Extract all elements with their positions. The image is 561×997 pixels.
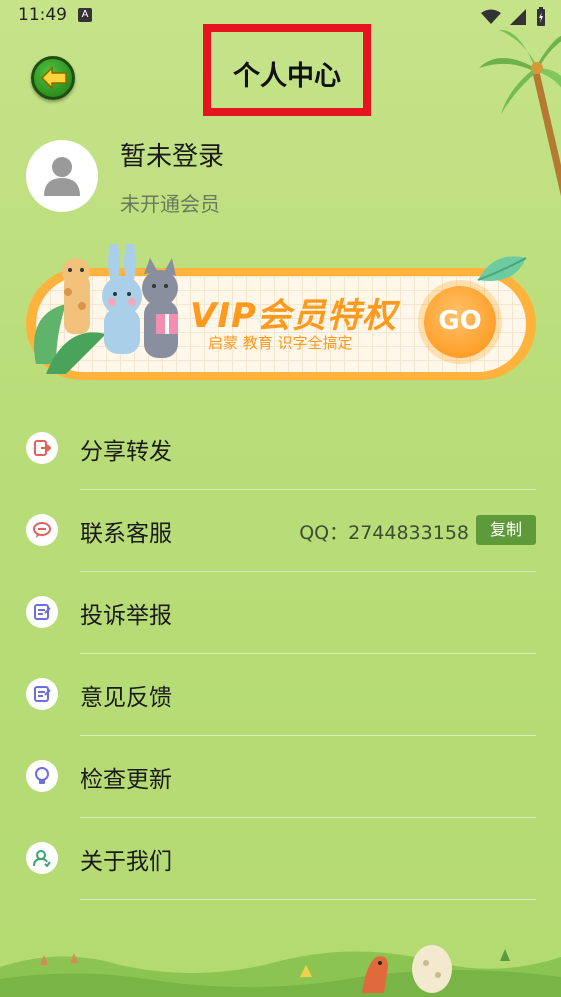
back-arrow-icon [40, 66, 67, 90]
menu-label: 关于我们 [80, 849, 172, 875]
menu-label: 检查更新 [80, 767, 172, 793]
palm-tree-icon [479, 29, 561, 197]
page-title-box: 个人中心 [203, 24, 371, 116]
notification-icon: A [78, 8, 92, 22]
ground-decoration-icon [0, 945, 561, 997]
login-status-title[interactable]: 暂未登录 [120, 136, 224, 173]
lightbulb-icon [26, 760, 58, 792]
divider [80, 899, 536, 900]
status-icons [477, 6, 547, 26]
menu-label: 分享转发 [80, 439, 172, 465]
page-title: 个人中心 [233, 61, 341, 92]
animal-friends-illustration [34, 244, 178, 374]
copy-button[interactable]: 复制 [476, 515, 536, 545]
chat-icon [26, 514, 58, 546]
menu-item-feedback[interactable]: 意见反馈 [0, 654, 561, 736]
status-time: 11:49 [18, 5, 67, 25]
vip-subtitle: 启蒙 教育 识字全搞定 [208, 334, 353, 352]
menu-label: 意见反馈 [80, 685, 172, 711]
feedback-icon [26, 678, 58, 710]
menu-item-share[interactable]: 分享转发 [0, 408, 561, 490]
avatar[interactable] [26, 140, 98, 212]
menu-item-check-update[interactable]: 检查更新 [0, 736, 561, 818]
signal-icon [509, 8, 526, 25]
user-icon [26, 842, 58, 874]
vip-go-button[interactable]: GO [424, 286, 496, 358]
menu-item-report[interactable]: 投诉举报 [0, 572, 561, 654]
report-icon [26, 596, 58, 628]
menu-item-contact-service[interactable]: 联系客服 QQ：2744833158 复制 [0, 490, 561, 572]
wifi-icon [480, 9, 501, 24]
vip-go-label: GO [438, 306, 482, 336]
vip-title: VIP会员特权 [190, 296, 397, 336]
back-button[interactable] [31, 56, 75, 100]
menu-label: 联系客服 [80, 521, 172, 547]
qq-number: QQ：2744833158 [299, 522, 469, 544]
membership-status: 未开通会员 [120, 192, 220, 216]
battery-icon [537, 6, 545, 26]
default-avatar-icon [44, 157, 80, 196]
menu-label: 投诉举报 [80, 603, 172, 629]
vip-banner[interactable]: VIP会员特权 启蒙 教育 识字全搞定 GO [26, 244, 536, 382]
share-icon [26, 432, 58, 464]
menu-item-about-us[interactable]: 关于我们 [0, 818, 561, 900]
